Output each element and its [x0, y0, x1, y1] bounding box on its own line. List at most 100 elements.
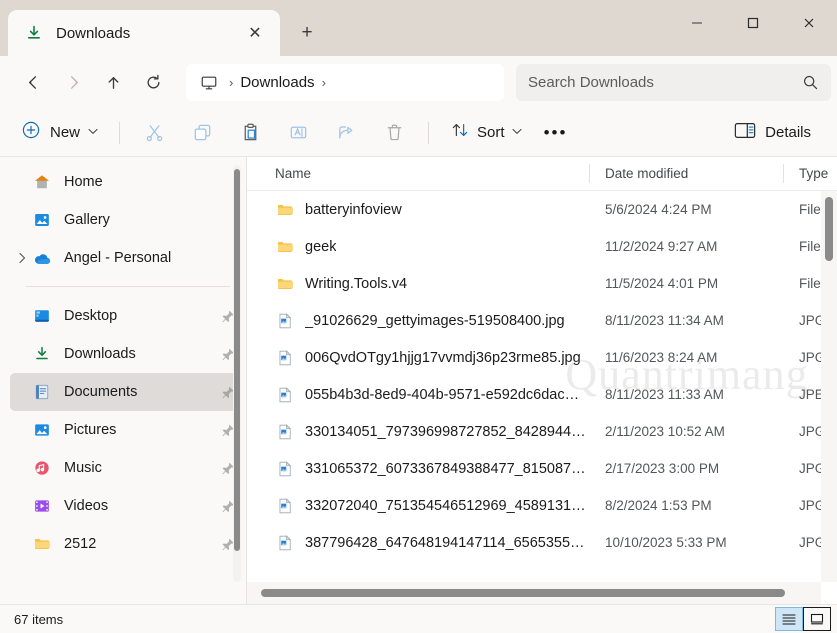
table-row[interactable]: 332072040_751354546512969_45891317… 8/2/…	[247, 487, 837, 524]
sidebar-label-downloads: Downloads	[64, 346, 206, 362]
paste-button[interactable]	[227, 116, 273, 150]
sidebar-label-2512: 2512	[64, 536, 206, 552]
copy-button[interactable]	[179, 116, 225, 150]
refresh-button[interactable]	[134, 65, 172, 101]
cell-date-modified: 2/11/2023 10:52 AM	[589, 413, 783, 450]
address-bar[interactable]: › Downloads ›	[186, 64, 504, 101]
chevron-right-icon[interactable]	[12, 239, 32, 277]
folder-icon	[275, 274, 294, 293]
column-header-name[interactable]: Name	[259, 157, 589, 190]
table-row[interactable]: 055b4b3d-8ed9-404b-9571-e592dc6dac… 8/11…	[247, 376, 837, 413]
up-button[interactable]	[94, 65, 132, 101]
file-name: batteryinfoview	[305, 202, 402, 218]
documents-icon	[32, 382, 52, 402]
see-more-button[interactable]: •••	[534, 116, 578, 150]
breadcrumb-separator-2[interactable]: ›	[317, 75, 331, 90]
file-name: 332072040_751354546512969_45891317…	[305, 498, 589, 514]
file-date: 11/2/2024 9:27 AM	[605, 239, 717, 254]
sidebar-item-desktop[interactable]: Desktop	[10, 297, 238, 335]
search-input[interactable]	[528, 74, 802, 91]
new-tab-button[interactable]: +	[288, 14, 326, 52]
cell-name: 006QvdOTgy1hjjg17vvmdj36p23rme85.jpg	[259, 339, 589, 376]
table-row[interactable]: Writing.Tools.v4 11/5/2024 4:01 PM File …	[247, 265, 837, 302]
file-date: 2/17/2023 3:00 PM	[605, 461, 719, 476]
rename-button[interactable]	[275, 116, 321, 150]
search-icon[interactable]	[802, 74, 819, 91]
cell-date-modified: 10/10/2023 5:33 PM	[589, 524, 783, 561]
breadcrumb-downloads[interactable]: Downloads	[240, 74, 314, 91]
file-date: 5/6/2024 4:24 PM	[605, 202, 712, 217]
chevron-down-icon-sort[interactable]	[512, 127, 522, 138]
back-button[interactable]	[14, 65, 52, 101]
table-row[interactable]: 330134051_797396998727852_84289442… 2/11…	[247, 413, 837, 450]
vertical-scrollbar-thumb[interactable]	[825, 197, 833, 261]
command-separator	[119, 122, 120, 144]
sidebar-divider	[26, 286, 230, 287]
sidebar-item-music[interactable]: Music	[10, 449, 238, 487]
file-name: _91026629_gettyimages-519508400.jpg	[305, 313, 565, 329]
tab-downloads[interactable]: Downloads ✕	[8, 10, 280, 56]
sidebar-scrollbar[interactable]	[233, 165, 241, 582]
column-header-type[interactable]: Type	[783, 157, 837, 190]
sidebar-item-home[interactable]: Home	[10, 163, 238, 201]
file-name: 387796428_647648194147114_65653554…	[305, 535, 589, 551]
sort-icon	[450, 120, 470, 145]
file-name: 331065372_6073367849388477_8150873…	[305, 461, 589, 477]
close-button[interactable]	[781, 0, 837, 46]
cut-button[interactable]	[131, 116, 177, 150]
forward-button[interactable]	[54, 65, 92, 101]
sidebar-label-videos: Videos	[64, 498, 206, 514]
table-row[interactable]: geek 11/2/2024 9:27 AM File fol	[247, 228, 837, 265]
file-list-pane: Name Date modified Type batteryinfoview …	[247, 157, 837, 604]
share-button[interactable]	[323, 116, 369, 150]
details-pane-button[interactable]: Details	[722, 116, 823, 150]
new-button-label: New	[50, 124, 80, 141]
sort-button[interactable]: Sort	[440, 116, 532, 150]
close-tab-icon[interactable]: ✕	[240, 18, 270, 48]
sidebar-label-desktop: Desktop	[64, 308, 206, 324]
details-view-button[interactable]	[775, 607, 803, 631]
table-row[interactable]: 387796428_647648194147114_65653554… 10/1…	[247, 524, 837, 561]
jpg-file-icon	[275, 459, 294, 478]
sidebar-item-onedrive[interactable]: Angel - Personal	[10, 239, 238, 277]
desktop-icon	[32, 306, 52, 326]
sidebar-label-documents: Documents	[64, 384, 206, 400]
home-icon	[32, 172, 52, 192]
status-bar: 67 items	[0, 604, 837, 633]
column-header-date-modified[interactable]: Date modified	[589, 157, 783, 190]
jpg-file-icon	[275, 311, 294, 330]
table-row[interactable]: _91026629_gettyimages-519508400.jpg 8/11…	[247, 302, 837, 339]
maximize-button[interactable]	[725, 0, 781, 46]
command-bar: New	[0, 109, 837, 157]
breadcrumb-separator-1: ›	[224, 75, 238, 90]
large-icons-view-button[interactable]	[803, 607, 831, 631]
sidebar-item-documents[interactable]: Documents	[10, 373, 238, 411]
sidebar-item-pictures[interactable]: Pictures	[10, 411, 238, 449]
sidebar-item-gallery[interactable]: Gallery	[10, 201, 238, 239]
sidebar-item-videos[interactable]: Videos	[10, 487, 238, 525]
sidebar-item-downloads[interactable]: Downloads	[10, 335, 238, 373]
table-row[interactable]: 331065372_6073367849388477_8150873… 2/17…	[247, 450, 837, 487]
horizontal-scrollbar-thumb[interactable]	[261, 589, 785, 597]
file-date: 8/2/2024 1:53 PM	[605, 498, 712, 513]
jpg-file-icon	[275, 385, 294, 404]
cell-name: batteryinfoview	[259, 191, 589, 228]
sidebar-label-gallery: Gallery	[64, 212, 206, 228]
file-list-horizontal-scrollbar[interactable]	[247, 582, 821, 604]
chevron-down-icon[interactable]	[88, 127, 98, 138]
delete-button[interactable]	[371, 116, 417, 150]
sidebar-scrollbar-thumb[interactable]	[234, 169, 240, 551]
new-button[interactable]: New	[14, 116, 108, 150]
details-pane-label: Details	[765, 124, 811, 141]
file-date: 2/11/2023 10:52 AM	[605, 424, 725, 439]
cell-name: 331065372_6073367849388477_8150873…	[259, 450, 589, 487]
sidebar-item-2512[interactable]: 2512	[10, 525, 238, 563]
table-row[interactable]: 006QvdOTgy1hjjg17vvmdj36p23rme85.jpg 11/…	[247, 339, 837, 376]
search-box[interactable]	[516, 64, 831, 101]
sidebar-label-home: Home	[64, 174, 206, 190]
pictures-icon	[32, 420, 52, 440]
minimize-button[interactable]	[669, 0, 725, 46]
file-list-vertical-scrollbar[interactable]	[821, 191, 837, 582]
table-row[interactable]: batteryinfoview 5/6/2024 4:24 PM File fo…	[247, 191, 837, 228]
cell-date-modified: 8/2/2024 1:53 PM	[589, 487, 783, 524]
